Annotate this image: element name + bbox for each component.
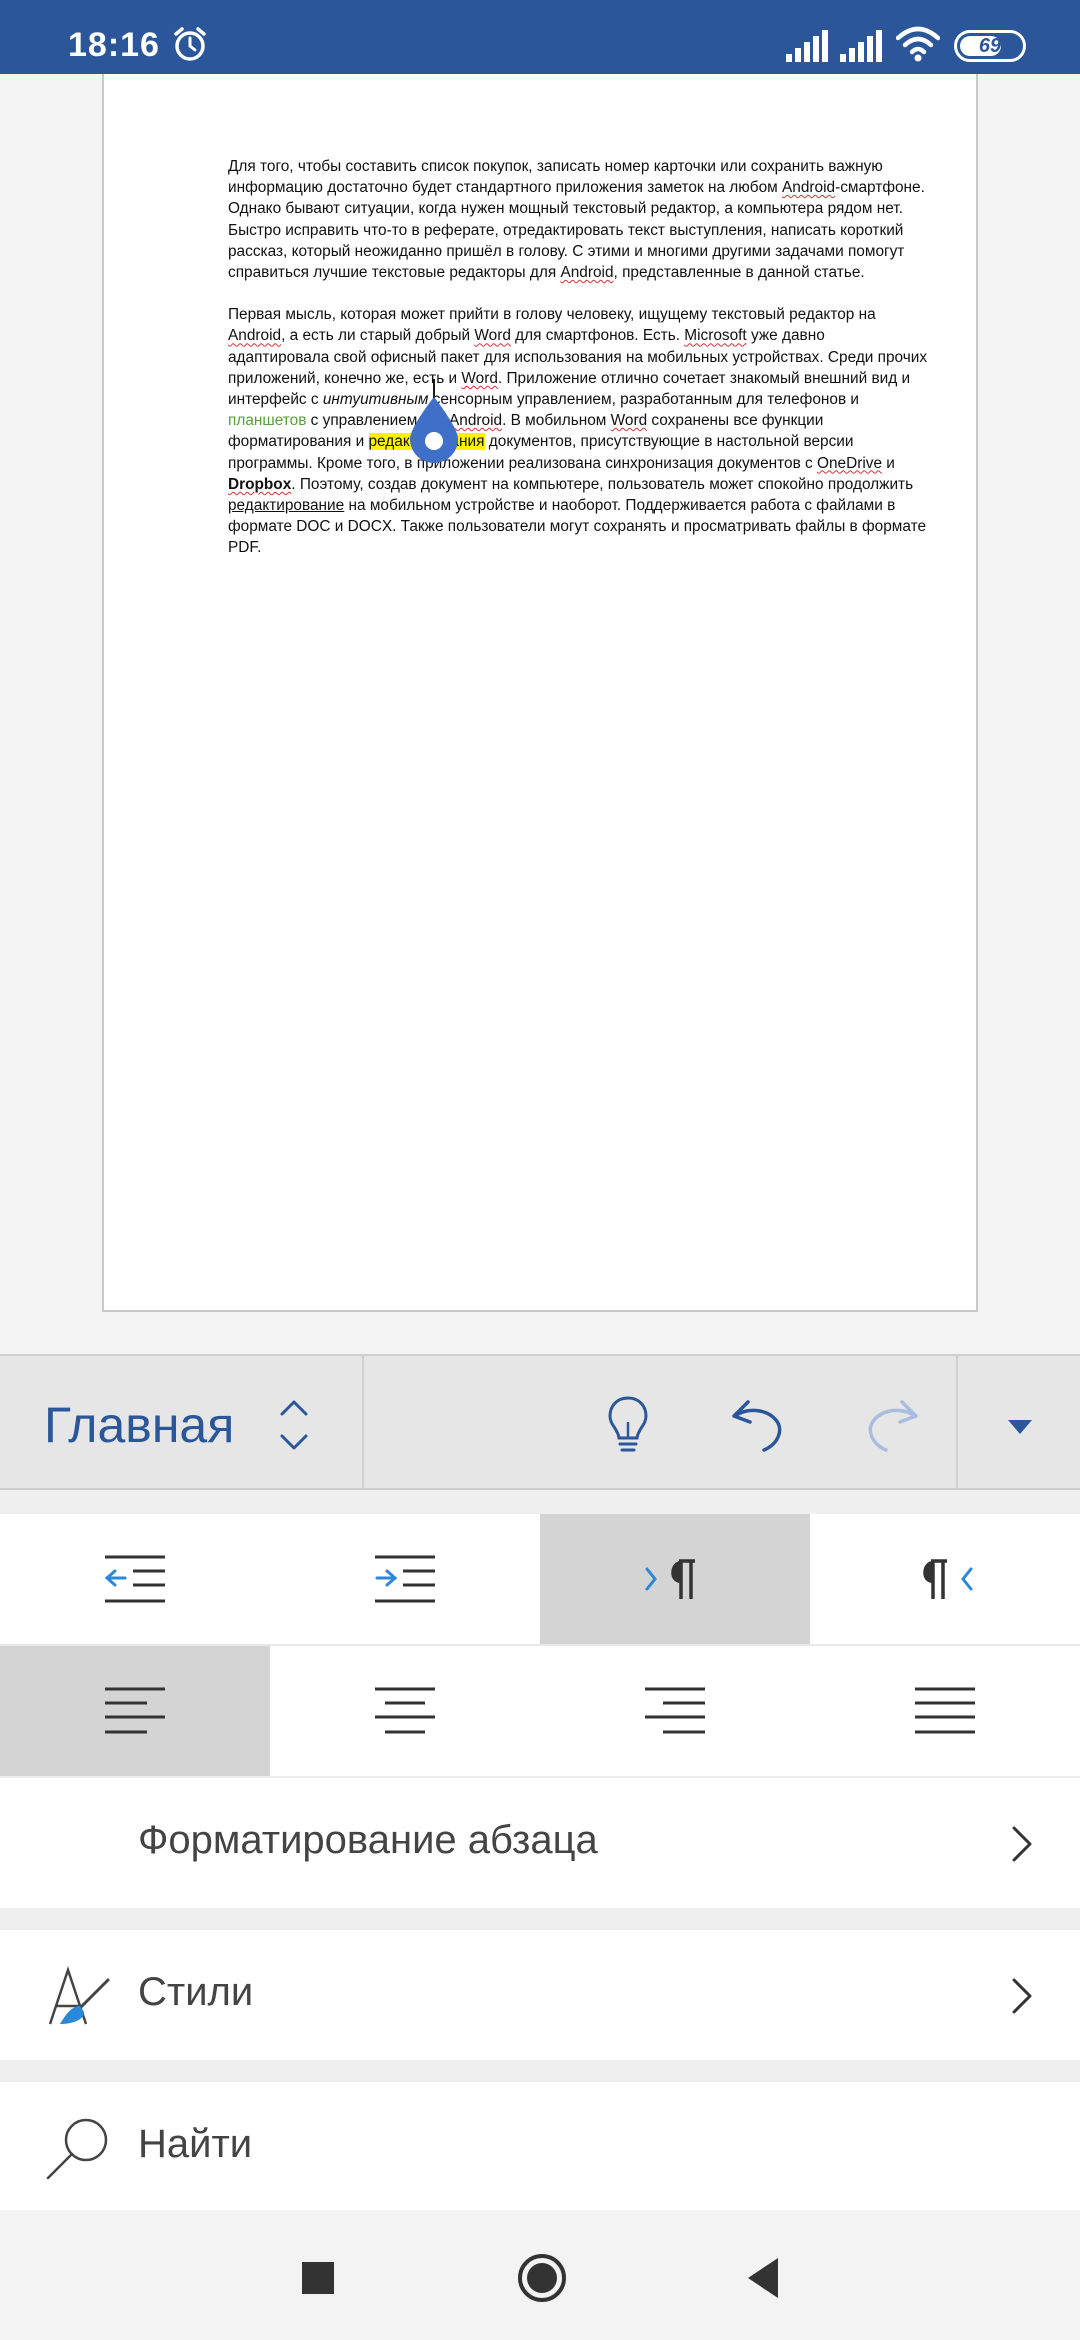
find-item[interactable]: Найти xyxy=(0,2082,1080,2212)
align-center-button[interactable] xyxy=(270,1646,540,1776)
align-right-icon xyxy=(645,1687,705,1734)
wifi-icon xyxy=(896,26,940,62)
document-area[interactable]: Для того, чтобы составить список покупок… xyxy=(0,74,1080,1354)
alarm-icon xyxy=(174,27,206,61)
dropdown-icon[interactable] xyxy=(1000,1406,1040,1446)
ltr-paragraph-icon xyxy=(645,1559,695,1599)
increase-indent-icon xyxy=(375,1555,435,1603)
paragraph-2[interactable]: Первая мысль, которая может прийти в гол… xyxy=(228,304,928,558)
styles-icon xyxy=(48,1966,110,2025)
styles-item[interactable]: Стили xyxy=(0,1930,1080,2060)
document-text[interactable]: Для того, чтобы составить список покупок… xyxy=(228,156,928,580)
status-time: 18:16 xyxy=(68,26,160,64)
tab-switch-icon[interactable] xyxy=(276,1396,312,1454)
undo-icon[interactable] xyxy=(726,1392,790,1456)
align-left-icon xyxy=(105,1687,165,1734)
find-label: Найти xyxy=(138,2122,253,2166)
rtl-paragraph-button[interactable] xyxy=(810,1514,1080,1644)
ribbon-divider xyxy=(956,1356,958,1492)
home-panel: Форматирование абзаца Стили Найти xyxy=(0,1490,1080,2212)
paragraph-1[interactable]: Для того, чтобы составить список покупок… xyxy=(228,156,928,283)
styles-label: Стили xyxy=(138,1970,254,2014)
rtl-paragraph-icon xyxy=(923,1559,973,1599)
justify-icon xyxy=(915,1687,975,1734)
battery-icon: 69 xyxy=(954,30,1026,62)
ltr-paragraph-button[interactable] xyxy=(540,1514,810,1644)
chevron-right-icon xyxy=(1012,1978,1032,2014)
recent-apps-button[interactable] xyxy=(290,2250,346,2306)
ribbon-header: Главная xyxy=(0,1354,1080,1492)
home-button[interactable] xyxy=(514,2250,570,2306)
chevron-right-icon xyxy=(1012,1826,1032,1862)
align-center-icon xyxy=(375,1687,435,1734)
increase-indent-button[interactable] xyxy=(270,1514,540,1644)
back-button[interactable] xyxy=(738,2250,794,2306)
document-page[interactable]: Для того, чтобы составить список покупок… xyxy=(102,74,978,1312)
decrease-indent-icon xyxy=(104,1555,165,1603)
ribbon-divider xyxy=(362,1356,364,1492)
search-icon xyxy=(46,2118,108,2180)
navigation-bar xyxy=(0,2210,1080,2340)
paragraph-formatting-item[interactable]: Форматирование абзаца xyxy=(0,1778,1080,1908)
lightbulb-icon[interactable] xyxy=(596,1392,660,1456)
status-bar: 18:16 69 xyxy=(0,0,1080,74)
align-left-button[interactable] xyxy=(0,1646,270,1776)
decrease-indent-button[interactable] xyxy=(0,1514,270,1644)
align-right-button[interactable] xyxy=(540,1646,810,1776)
alignment-row xyxy=(0,1646,1080,1776)
signal-icon xyxy=(786,30,828,62)
signal-icon xyxy=(840,30,882,62)
redo-icon[interactable] xyxy=(860,1392,924,1456)
justify-button[interactable] xyxy=(810,1646,1080,1776)
ribbon-tab-title[interactable]: Главная xyxy=(44,1396,234,1454)
text-cursor-handle[interactable] xyxy=(406,379,462,467)
battery-level-text: 69 xyxy=(978,35,1002,57)
paragraph-formatting-label: Форматирование абзаца xyxy=(138,1818,598,1862)
indent-row xyxy=(0,1514,1080,1644)
